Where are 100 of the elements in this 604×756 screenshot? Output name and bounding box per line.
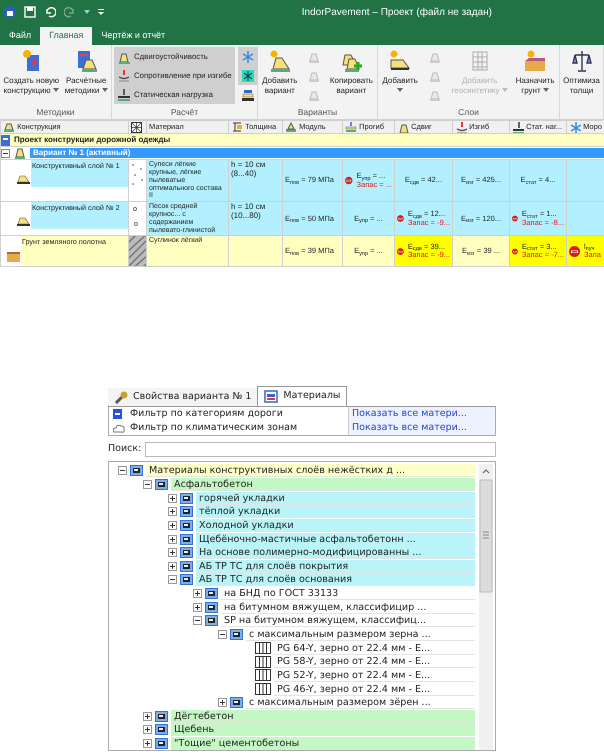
expand-icon[interactable] (168, 548, 177, 558)
folder-icon (155, 478, 168, 490)
collapse-icon[interactable] (168, 575, 177, 584)
group-label: Варианты (296, 106, 338, 119)
layer-icon (17, 175, 30, 184)
folder-icon (205, 615, 218, 626)
folder-icon (180, 534, 193, 545)
scrollbar[interactable] (479, 464, 493, 750)
tree-item[interactable]: на БНД по ГОСТ 33133 (221, 587, 475, 600)
tree-item[interactable]: на битумном вяжущем, классифицир ... (221, 600, 475, 614)
customize-icon[interactable] (98, 9, 104, 15)
snowflake-icon (240, 50, 255, 64)
soil-icon (7, 252, 20, 262)
tree-item[interactable]: АБ ТР ТС для слоёв покрытия (196, 560, 475, 573)
expand-icon[interactable] (218, 698, 227, 708)
modulus-icon (285, 122, 297, 133)
tree-item[interactable]: АБ ТР ТС для слоёв основания (196, 573, 475, 586)
frost-grid-icon (240, 68, 255, 82)
tree-item[interactable]: PG 46-Y, зерно от 22.4 мм - E... (274, 682, 475, 696)
layers-icon (240, 88, 255, 102)
scales-icon (570, 49, 594, 73)
layer-icon (268, 49, 292, 73)
tree-item[interactable]: PG 52-Y, зерно от 22.4 мм - E... (274, 668, 475, 682)
thickness-cell: h = 10 см (10...80) (228, 202, 282, 236)
group-label: Слои (457, 106, 480, 119)
tree-item[interactable]: с максимальным размером зёрен ... (246, 696, 475, 710)
search-field[interactable] (145, 442, 496, 456)
collapse-icon[interactable] (2, 148, 10, 158)
folder-icon (205, 602, 218, 613)
show-all-link[interactable]: Показать все матери... (348, 421, 495, 435)
expand-icon[interactable] (168, 507, 177, 516)
undo-icon[interactable] (44, 6, 56, 18)
ribbon-button[interactable]: Назначить грунт (514, 47, 556, 99)
caret-icon (52, 88, 59, 92)
expand-icon[interactable] (143, 712, 152, 721)
folder-icon (230, 629, 243, 640)
ribbon-button[interactable]: Копировать вариант (328, 47, 374, 99)
grid-icon (255, 642, 271, 654)
collapse-icon[interactable] (118, 466, 127, 476)
filter-label: Фильтр по климатическим зонам (130, 420, 298, 435)
ribbon-button[interactable]: Добавить вариант (261, 47, 298, 99)
ribbon-button[interactable]: Оптимиза толщи (562, 47, 601, 99)
expand-icon[interactable] (168, 494, 177, 503)
load-icon (512, 122, 524, 133)
expand-icon[interactable] (168, 534, 177, 544)
window-icon (264, 390, 278, 403)
deflection-icon (345, 122, 357, 133)
group-label: Методики (35, 106, 76, 119)
caret-icon[interactable] (84, 10, 90, 14)
expand-icon[interactable] (193, 589, 202, 598)
tree-item[interactable]: "Тощие" цементобетоны (171, 737, 475, 750)
collapse-icon[interactable] (218, 630, 227, 639)
tree-item[interactable]: Асфальтобетон (171, 478, 475, 491)
tree-item[interactable]: PG 58-Y, зерно от 22.4 мм - E... (274, 655, 475, 668)
ribbon-button[interactable]: Создать новую конструкцию (2, 47, 60, 99)
tree-item[interactable]: Щебёночно-мастичные асфальтобетонн ... (196, 532, 475, 546)
layer-icon (17, 217, 30, 226)
tree-item[interactable]: Щебень (171, 723, 475, 736)
tree-item[interactable]: горячей укладки (196, 492, 475, 505)
folder-icon (180, 520, 193, 531)
layer-icon (388, 49, 412, 73)
panel-tab[interactable]: Материалы (257, 386, 348, 406)
pattern-icon (131, 122, 142, 133)
tree-item[interactable]: PG 64-Y, зерно от 22.4 мм - E... (274, 642, 475, 655)
icon-button[interactable] (238, 66, 258, 85)
bend-icon (455, 122, 467, 133)
layer-icon (3, 122, 15, 133)
panel-tab[interactable]: Свойства варианта № 1 (108, 388, 258, 406)
tree-item[interactable]: Холодной укладки (196, 518, 475, 532)
menu-tab[interactable]: Файл (0, 27, 40, 45)
load-icon (117, 88, 131, 102)
folder-icon (155, 710, 168, 722)
tree-item[interactable]: SP на битумном вяжущем, классифиц... (221, 614, 475, 628)
tree-item[interactable]: На основе полимерно-модифицированны ... (196, 546, 475, 560)
menu-tab[interactable]: Главная (40, 27, 92, 45)
expand-icon[interactable] (143, 725, 152, 734)
expand-icon[interactable] (193, 602, 202, 612)
caret-icon (542, 88, 549, 92)
menu-tab[interactable]: Чертёж и отчёт (92, 27, 174, 45)
window-title: IndorPavement – Проект (файл не задан) (302, 6, 492, 20)
tree-item[interactable]: Дёгтебетон (171, 710, 475, 723)
folder-icon (180, 492, 193, 504)
save-icon[interactable] (24, 6, 36, 18)
show-all-link[interactable]: Показать все матери... (348, 407, 495, 421)
grid-icon (255, 683, 271, 696)
folder-icon (155, 738, 168, 750)
expand-icon[interactable] (168, 562, 177, 571)
collapse-icon[interactable] (143, 480, 152, 489)
collapse-icon[interactable] (193, 616, 202, 626)
expand-icon[interactable] (168, 520, 177, 530)
bend-icon (117, 68, 131, 82)
ribbon-button[interactable]: Добавить (381, 47, 419, 99)
ribbon-button[interactable]: Расчётные методики (64, 47, 109, 99)
soil-icon (523, 49, 548, 73)
expand-icon[interactable] (143, 739, 152, 748)
folder-icon (180, 574, 193, 586)
tree-item[interactable]: тёплой укладки (196, 505, 475, 518)
search-label: Поиск: (108, 442, 142, 456)
folder-icon (180, 506, 193, 518)
tree-item[interactable]: Материалы конструктивных слоёв нежёстких д ... (146, 464, 475, 478)
